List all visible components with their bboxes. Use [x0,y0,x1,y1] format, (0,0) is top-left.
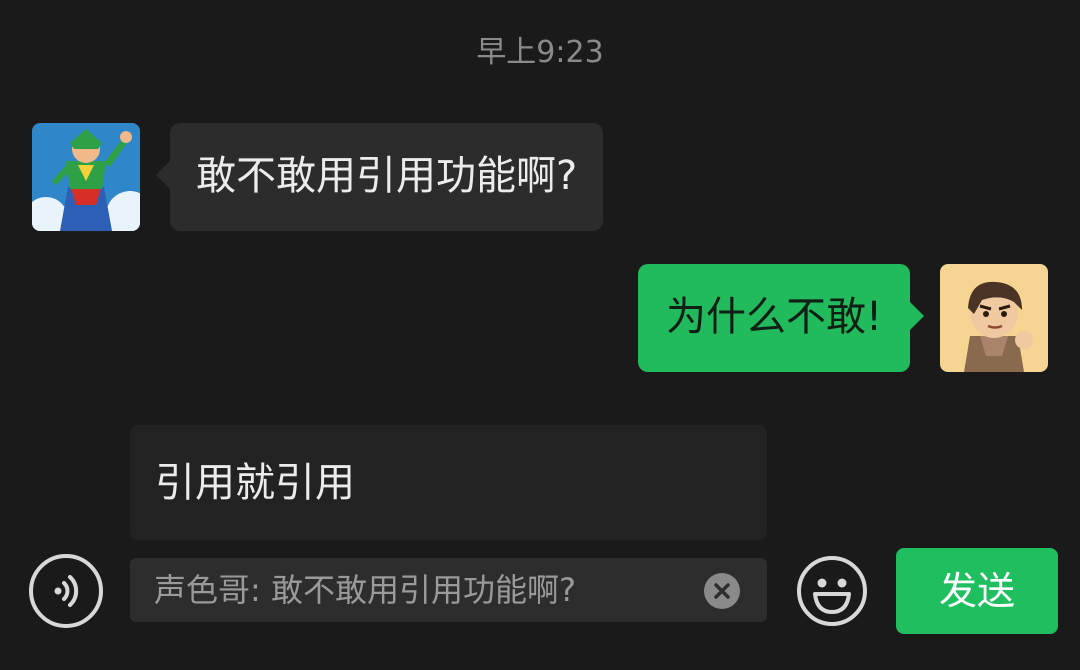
self-avatar[interactable] [940,264,1048,372]
outgoing-message-bubble[interactable]: 为什么不敢! [637,264,925,372]
sender-avatar[interactable] [32,123,140,231]
boy-avatar-image [940,264,1048,372]
voice-icon [54,575,79,607]
voice-button[interactable] [29,554,103,628]
message-input[interactable]: 引用就引用 [130,425,767,540]
clear-quote-button[interactable] [704,573,740,609]
message-timestamp: 早上9:23 [476,35,604,70]
superhero-avatar-image [32,123,140,231]
send-button[interactable]: 发送 [896,548,1058,634]
incoming-message-bubble[interactable]: 敢不敢用引用功能啊? [155,123,604,231]
emoji-icon [797,556,867,626]
emoji-button[interactable] [795,554,869,628]
clear-quote-icon [714,583,730,599]
quoted-message-preview: 声色哥: 敢不敢用引用功能啊? [130,558,767,622]
